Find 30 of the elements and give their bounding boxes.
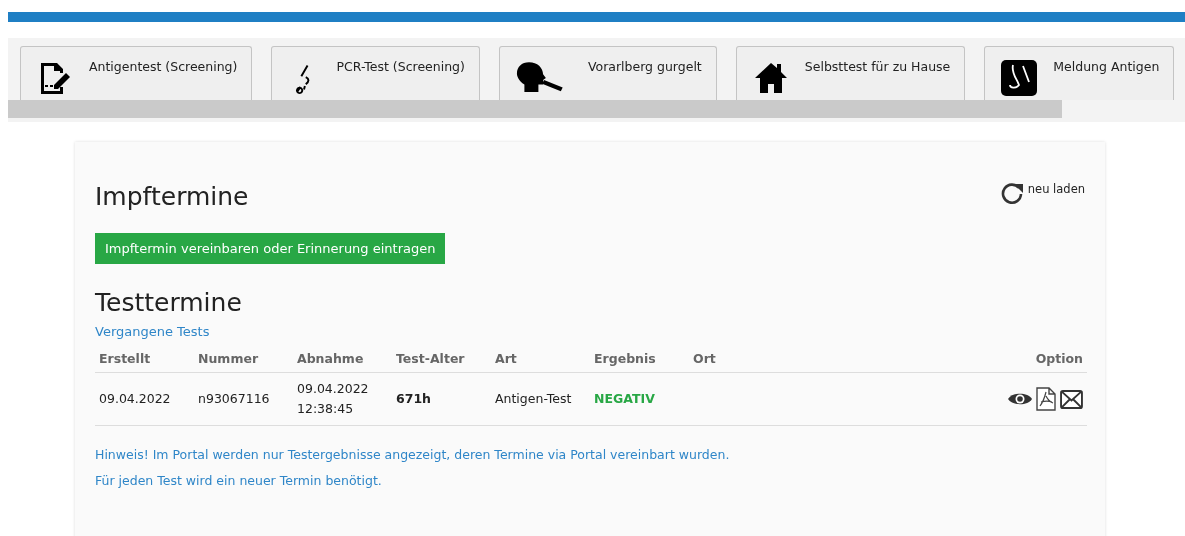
table-cell-text: 09.04.2022 12:38:45: [297, 380, 369, 418]
column-header: Art: [491, 345, 590, 373]
column-header: Ergebnis: [590, 345, 689, 373]
reload-icon: [999, 181, 1024, 205]
table-cell-text: 671h: [396, 390, 431, 408]
column-header: Abnahme: [293, 345, 392, 373]
tab[interactable]: Selbsttest für zu Hause: [735, 46, 966, 100]
table-cell-text: NEGATIV: [594, 390, 655, 408]
tab[interactable]: Antigentest (Screening): [20, 46, 253, 100]
tab[interactable]: Vorarlberg gurgelt: [498, 46, 717, 100]
tab[interactable]: PCR-Test (Screening): [271, 46, 480, 100]
nose-swab-icon: [1001, 60, 1038, 96]
section-title: Testtermine: [95, 288, 243, 317]
table-cell-text: 09.04.2022: [99, 390, 171, 408]
reload-button[interactable]: neu laden: [999, 181, 1085, 205]
mail-icon[interactable]: [1060, 389, 1083, 409]
notice-text: Hinweis! Im Portal werden nur Testergebnisse angezeigt, deren Termine via Portal vereinbart wurden.: [95, 446, 731, 464]
notice-text: Für jeden Test wird ein neuer Termin benötigt.: [95, 472, 383, 490]
column-header: Test-Alter: [392, 345, 491, 373]
table-cell-text: Antigen-Test: [495, 390, 572, 408]
past-tests-link[interactable]: Vergangene Tests: [95, 324, 210, 339]
column-header: Option: [788, 345, 1087, 373]
column-header: Erstellt: [95, 345, 194, 373]
column-header: Nummer: [194, 345, 293, 373]
table-cell-text: n93067116: [198, 390, 270, 408]
tab[interactable]: Meldung Antigen: [984, 46, 1175, 100]
column-header: Ort: [689, 345, 788, 373]
eye-icon[interactable]: [1008, 391, 1032, 407]
pdf-icon[interactable]: [1036, 387, 1056, 411]
section-title: Impftermine: [95, 182, 249, 211]
